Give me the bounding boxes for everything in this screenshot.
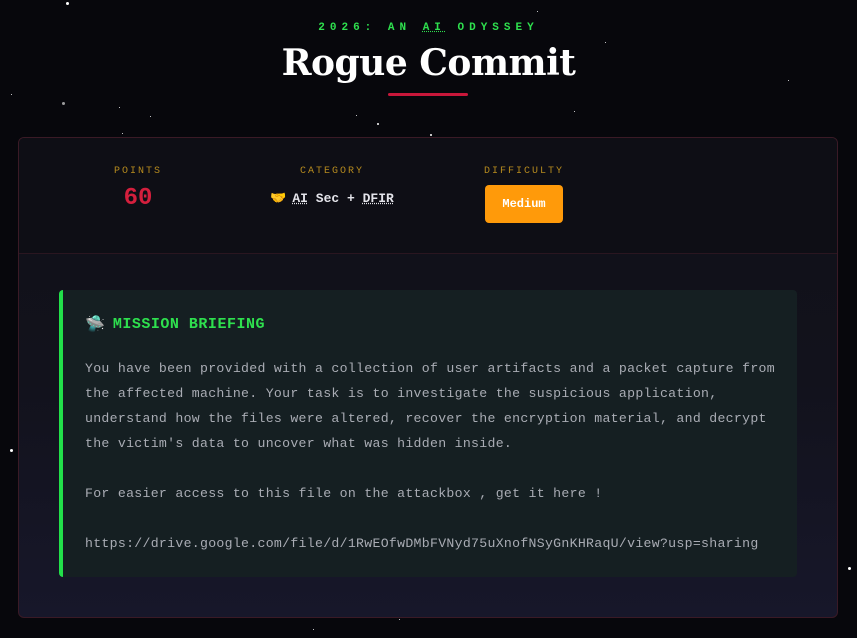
mission-briefing: 🛸 MISSION BRIEFING You have been provide… (59, 290, 797, 577)
handshake-icon: 🤝 (270, 191, 287, 206)
star (574, 111, 575, 112)
star (399, 619, 400, 620)
star (377, 123, 379, 125)
briefing-download-note: For easier access to this file on the at… (85, 486, 603, 501)
star (356, 115, 357, 116)
briefing-body: You have been provided with a collection… (85, 356, 785, 556)
difficulty-label: DIFFICULTY (483, 166, 564, 177)
star (313, 629, 314, 630)
star (66, 2, 69, 5)
download-link[interactable]: https://drive.google.com/file/d/1RwEOfwD… (85, 531, 785, 556)
event-tagline: 2026: AN AI ODYSSEY (0, 22, 857, 34)
category-value: 🤝 AI Sec + DFIR (247, 191, 417, 206)
points-stat: POINTS 60 (93, 166, 183, 212)
difficulty-stat: DIFFICULTY Medium (475, 166, 573, 223)
star (122, 133, 123, 134)
challenge-card: POINTS 60 CATEGORY 🤝 AI Sec + DFIR DIFFI… (18, 137, 838, 618)
tagline-ai: AI (422, 22, 446, 34)
points-label: POINTS (113, 166, 162, 177)
star (150, 116, 151, 117)
title-underline (388, 93, 468, 96)
points-value: 60 (123, 185, 153, 212)
tagline-suffix: ODYSSEY (457, 22, 539, 34)
category-label: CATEGORY (299, 166, 364, 177)
star (430, 134, 432, 136)
star (119, 107, 120, 108)
category-dfir: DFIR (362, 191, 394, 206)
briefing-title: MISSION BRIEFING (112, 315, 265, 333)
star (62, 102, 65, 105)
star (848, 567, 851, 570)
challenge-meta: POINTS 60 CATEGORY 🤝 AI Sec + DFIR DIFFI… (19, 138, 837, 254)
difficulty-badge: Medium (485, 185, 563, 223)
category-mid: Sec + (315, 191, 355, 206)
briefing-header: 🛸 MISSION BRIEFING (85, 314, 265, 335)
star (537, 11, 538, 12)
tagline-prefix: 2026: AN (318, 22, 412, 34)
challenge-title: Rogue Commit (281, 42, 576, 84)
category-ai: AI (292, 191, 308, 206)
star (10, 449, 13, 452)
star (11, 94, 12, 95)
ufo-icon: 🛸 (85, 316, 105, 334)
briefing-paragraph: You have been provided with a collection… (85, 361, 775, 451)
category-stat: CATEGORY 🤝 AI Sec + DFIR (247, 166, 417, 206)
